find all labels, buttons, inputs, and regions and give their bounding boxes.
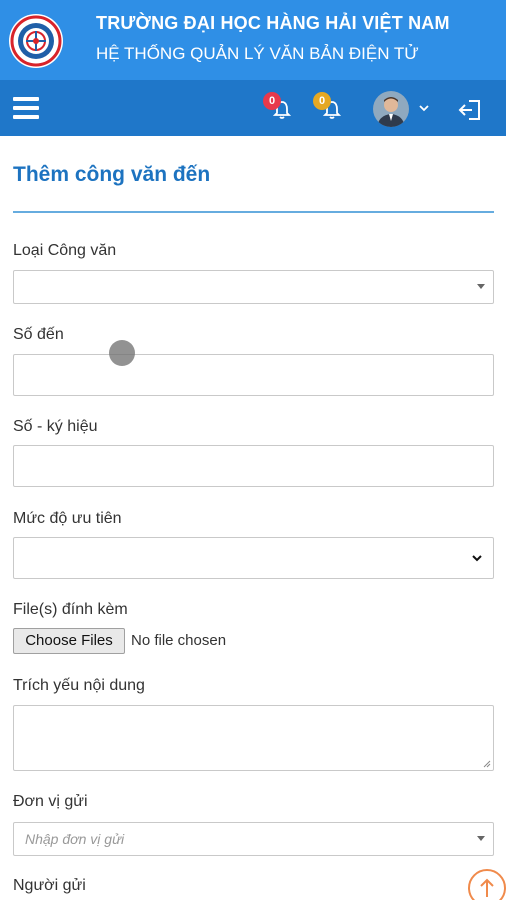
logout-icon[interactable]: [457, 97, 483, 123]
scroll-to-top-button[interactable]: [468, 869, 506, 900]
priority-select[interactable]: [13, 537, 494, 579]
arrow-up-icon: [480, 878, 494, 897]
page-title: Thêm công văn đến: [13, 163, 211, 186]
top-navbar: 0 0: [0, 80, 506, 136]
caret-down-icon: [477, 836, 485, 841]
system-name: HỆ THỐNG QUẢN LÝ VĂN BẢN ĐIỆN TỬ: [96, 44, 419, 63]
file-status-text: No file chosen: [131, 632, 227, 649]
notification-bell-button[interactable]: 0: [263, 92, 297, 124]
sender-unit-select[interactable]: Nhập đơn vị gửi: [13, 822, 494, 856]
summary-field[interactable]: [13, 705, 494, 771]
attachments-label: File(s) đính kèm: [13, 601, 128, 618]
sender-unit-label: Đơn vị gửi: [13, 793, 88, 810]
message-bell-button[interactable]: 0: [313, 92, 347, 124]
app-header: TRƯỜNG ĐẠI HỌC HÀNG HẢI VIỆT NAM HỆ THỐN…: [0, 0, 506, 80]
sender-unit-placeholder: Nhập đơn vị gửi: [25, 831, 125, 847]
incoming-number-label: Số đến: [13, 326, 64, 343]
message-count-badge: 0: [313, 92, 331, 110]
document-type-select[interactable]: [13, 270, 494, 304]
chevron-down-icon: [472, 555, 482, 562]
document-type-label: Loại Công văn: [13, 242, 117, 259]
incoming-number-input[interactable]: [14, 355, 493, 395]
user-avatar[interactable]: [373, 91, 409, 127]
reference-number-label: Số - ký hiệu: [13, 418, 98, 435]
user-avatar-icon: [373, 91, 409, 127]
chevron-down-icon[interactable]: [418, 102, 430, 114]
priority-label: Mức độ ưu tiên: [13, 510, 122, 527]
caret-down-icon: [477, 284, 485, 289]
resize-grip-icon[interactable]: [483, 760, 491, 768]
reference-number-field[interactable]: [13, 445, 494, 487]
university-logo-icon: [9, 14, 63, 68]
choose-files-button[interactable]: Choose Files: [13, 628, 125, 654]
sender-label: Người gửi: [13, 877, 86, 894]
university-name: TRƯỜNG ĐẠI HỌC HÀNG HẢI VIỆT NAM: [96, 13, 450, 33]
summary-textarea[interactable]: [14, 706, 493, 770]
notification-count-badge: 0: [263, 92, 281, 110]
summary-label: Trích yếu nội dung: [13, 677, 145, 694]
menu-hamburger-icon[interactable]: [13, 97, 39, 119]
title-divider: [13, 211, 494, 213]
incoming-number-field[interactable]: [13, 354, 494, 396]
reference-number-input[interactable]: [14, 446, 493, 486]
touch-indicator: [109, 340, 135, 366]
